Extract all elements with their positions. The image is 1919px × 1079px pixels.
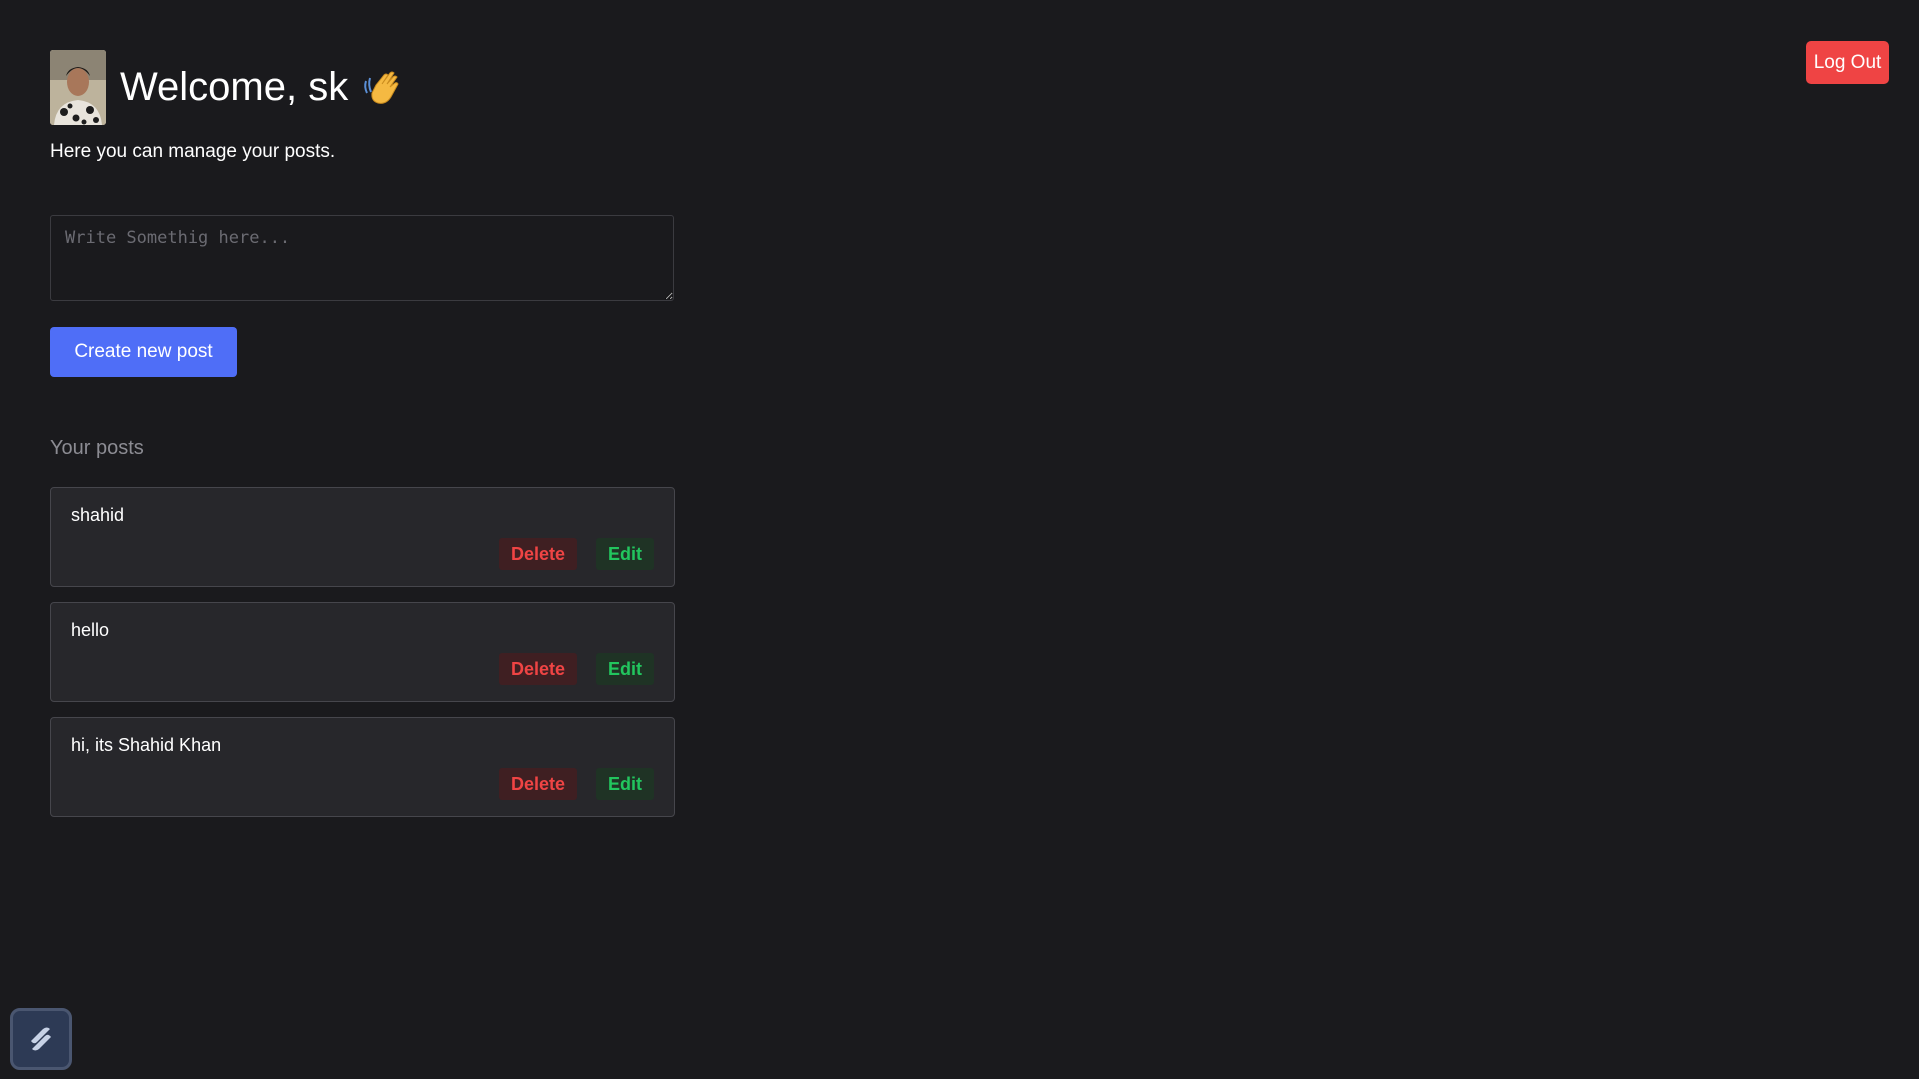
page-title: Welcome, sk (120, 65, 349, 109)
logout-button[interactable]: Log Out (1806, 41, 1889, 84)
post-card: hello Delete Edit (50, 602, 675, 702)
post-actions: Delete Edit (498, 538, 654, 570)
post-actions: Delete Edit (498, 653, 654, 685)
posts-list: shahid Delete Edit hello Delete Edit hi,… (50, 487, 675, 832)
post-text: shahid (71, 505, 125, 525)
create-post-button[interactable]: Create new post (50, 327, 237, 377)
page-subtitle: Here you can manage your posts. (50, 141, 336, 162)
post-text: hello (71, 620, 110, 640)
app-logo-icon (31, 1027, 51, 1051)
app-badge-button[interactable] (10, 1008, 72, 1070)
delete-post-button[interactable]: Delete (498, 768, 577, 800)
post-card: shahid Delete Edit (50, 487, 675, 587)
avatar (50, 50, 106, 125)
post-actions: Delete Edit (498, 768, 654, 800)
delete-post-button[interactable]: Delete (498, 538, 577, 570)
post-text: hi, its Shahid Khan (71, 735, 222, 755)
posts-section-title: Your posts (50, 437, 144, 459)
post-card: hi, its Shahid Khan Delete Edit (50, 717, 675, 817)
delete-post-button[interactable]: Delete (498, 653, 577, 685)
edit-post-button[interactable]: Edit (596, 653, 654, 685)
avatar-image (50, 50, 106, 125)
post-content-input[interactable] (50, 215, 674, 301)
header: Welcome, sk (50, 50, 404, 125)
edit-post-button[interactable]: Edit (596, 538, 654, 570)
edit-post-button[interactable]: Edit (596, 768, 654, 800)
page: Log Out Welcome, sk Here you can manage … (0, 0, 1919, 1079)
wave-hand-icon (362, 67, 404, 109)
